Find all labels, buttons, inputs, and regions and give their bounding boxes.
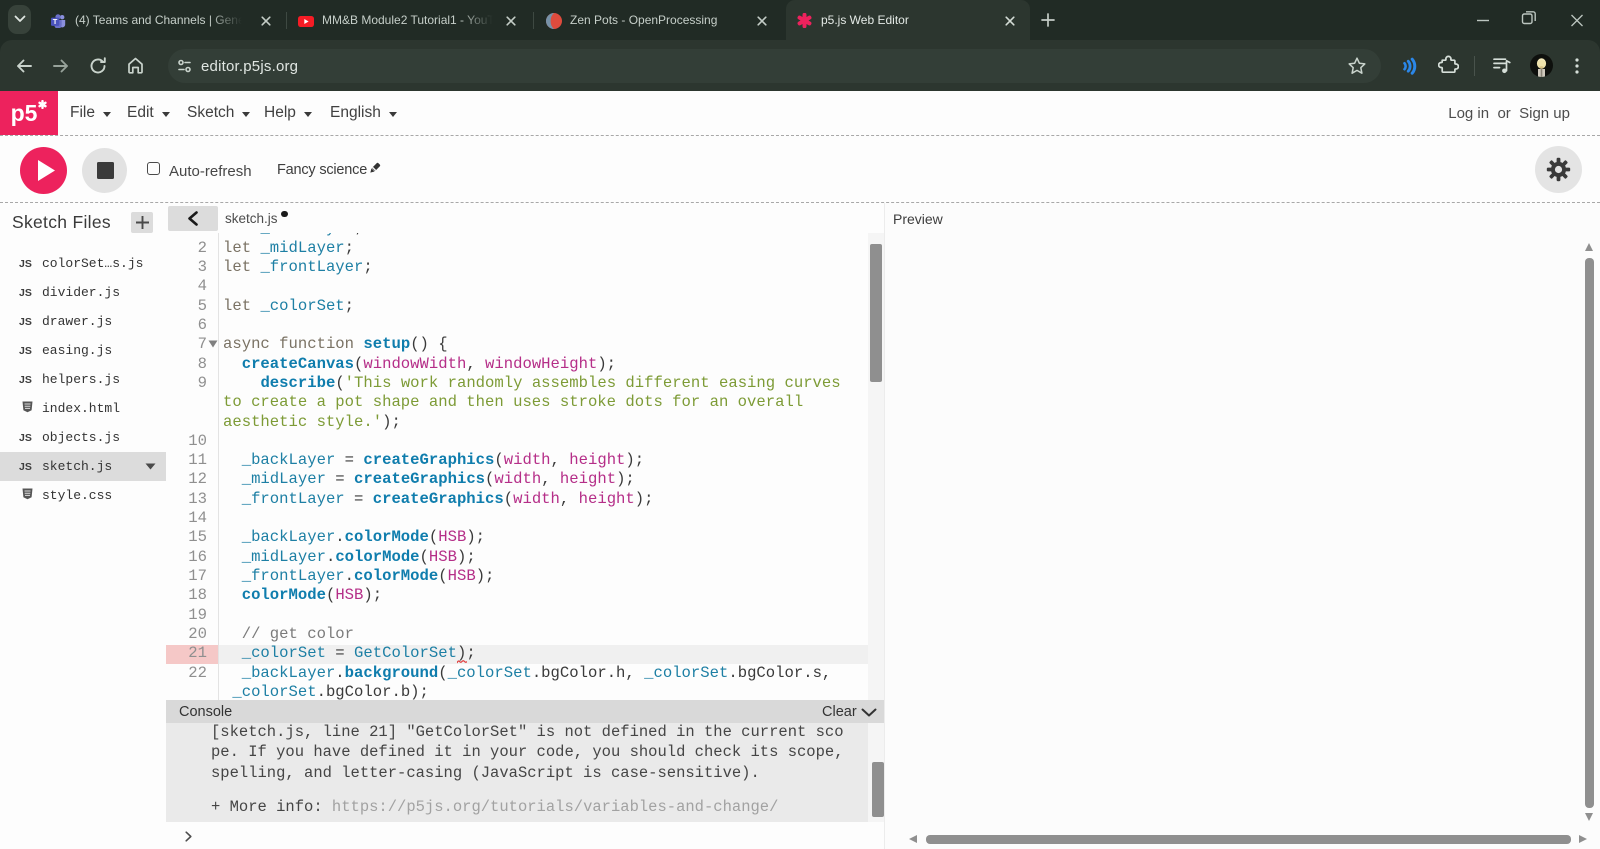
svg-text:T: T	[53, 17, 58, 26]
